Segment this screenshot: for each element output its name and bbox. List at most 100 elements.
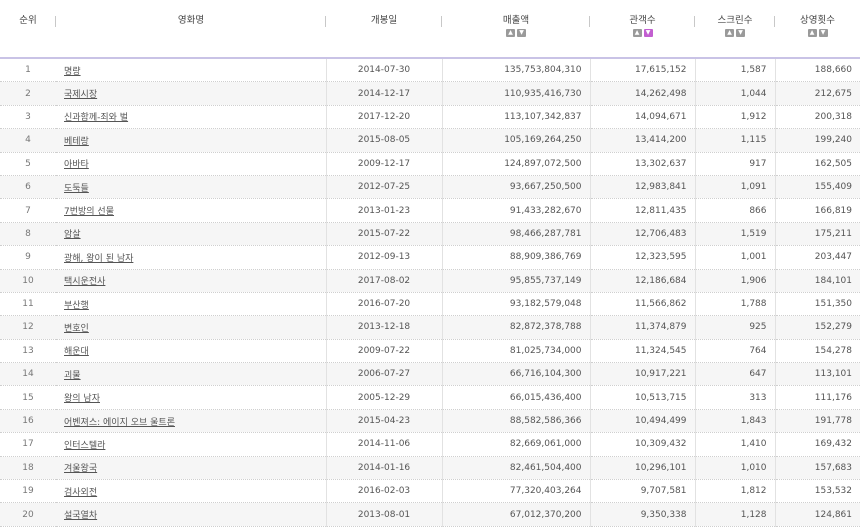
screens-cell: 647 xyxy=(695,362,776,387)
table-row: 4 베테랑 2015-08-05 105,169,264,250 13,414,… xyxy=(0,128,860,153)
sort-desc-icon[interactable]: ▼ xyxy=(517,29,526,37)
sales-cell: 88,909,386,769 xyxy=(442,245,591,270)
audience-cell: 13,302,637 xyxy=(590,152,696,176)
title-cell: 인터스텔라 xyxy=(56,432,327,457)
screens-cell: 1,091 xyxy=(695,175,776,200)
table-row: 16 어벤져스: 에이지 오브 울트론 2015-04-23 88,582,58… xyxy=(0,409,860,434)
rank-cell: 8 xyxy=(0,222,56,247)
movie-title-link[interactable]: 괴물 xyxy=(64,371,81,381)
showings-sort-controls: ▲ ▼ xyxy=(776,29,859,37)
audience-cell: 11,374,879 xyxy=(590,315,696,340)
screens-cell: 917 xyxy=(695,152,776,176)
audience-cell: 11,324,545 xyxy=(590,339,696,364)
title-cell: 해운대 xyxy=(56,339,327,364)
rank-cell: 10 xyxy=(0,269,56,293)
col-screens: 스크린수 ▲ ▼ xyxy=(695,0,775,59)
sort-asc-icon[interactable]: ▲ xyxy=(506,29,515,37)
screens-cell: 1,519 xyxy=(695,222,776,247)
screens-sort-controls: ▲ ▼ xyxy=(696,29,774,37)
rank-cell: 9 xyxy=(0,245,56,270)
release-date-cell: 2013-01-23 xyxy=(326,198,443,223)
movie-title-link[interactable]: 부산행 xyxy=(64,301,89,311)
col-title-label: 영화명 xyxy=(177,15,205,26)
col-sales-label: 매출액 xyxy=(502,15,530,26)
table-row: 12 변호인 2013-12-18 82,872,378,788 11,374,… xyxy=(0,315,860,340)
movie-title-link[interactable]: 명량 xyxy=(64,67,81,77)
movie-title-link[interactable]: 설국열차 xyxy=(64,511,97,521)
table-row: 18 겨울왕국 2014-01-16 82,461,504,400 10,296… xyxy=(0,456,860,481)
movie-title-link[interactable]: 겨울왕국 xyxy=(64,464,97,474)
col-screens-label: 스크린수 xyxy=(717,15,753,26)
movie-title-link[interactable]: 도둑들 xyxy=(64,184,89,194)
movie-title-link[interactable]: 검사외전 xyxy=(64,488,97,498)
showings-cell: 157,683 xyxy=(775,456,860,481)
showings-cell: 153,532 xyxy=(775,479,860,504)
sort-asc-icon[interactable]: ▲ xyxy=(632,29,642,37)
movie-title-link[interactable]: 변호인 xyxy=(64,324,89,334)
title-cell: 검사외전 xyxy=(56,479,327,504)
rank-cell: 17 xyxy=(0,432,56,457)
sort-asc-icon[interactable]: ▲ xyxy=(725,29,734,37)
table-row: 17 인터스텔라 2014-11-06 82,669,061,000 10,30… xyxy=(0,432,860,457)
showings-cell: 212,675 xyxy=(775,81,860,106)
sort-desc-icon[interactable]: ▼ xyxy=(643,29,653,37)
title-cell: 베테랑 xyxy=(56,128,327,153)
rank-cell: 3 xyxy=(0,105,56,130)
sales-sort-controls: ▲ ▼ xyxy=(443,29,589,37)
movie-title-link[interactable]: 왕의 남자 xyxy=(64,394,100,404)
screens-cell: 1,001 xyxy=(695,245,776,270)
title-cell: 택시운전사 xyxy=(56,269,327,293)
sort-asc-icon[interactable]: ▲ xyxy=(807,29,817,37)
audience-cell: 13,414,200 xyxy=(590,128,696,153)
sales-cell: 93,667,250,500 xyxy=(442,175,591,200)
movie-title-link[interactable]: 택시운전사 xyxy=(64,277,105,287)
sort-desc-icon[interactable]: ▼ xyxy=(818,29,828,37)
audience-cell: 10,309,432 xyxy=(590,432,696,457)
table-row: 19 검사외전 2016-02-03 77,320,403,264 9,707,… xyxy=(0,479,860,504)
sales-cell: 82,872,378,788 xyxy=(442,315,591,340)
sales-cell: 88,582,586,366 xyxy=(442,409,591,434)
rank-cell: 13 xyxy=(0,339,56,364)
table-row: 5 아바타 2009-12-17 124,897,072,500 13,302,… xyxy=(0,152,860,176)
audience-cell: 11,566,862 xyxy=(590,292,696,317)
audience-cell: 10,494,499 xyxy=(590,409,696,434)
rank-cell: 1 xyxy=(0,58,56,83)
movie-title-link[interactable]: 국제시장 xyxy=(64,90,97,100)
movie-title-link[interactable]: 암살 xyxy=(64,230,81,240)
movie-title-link[interactable]: 7번방의 선물 xyxy=(64,207,114,217)
table-row: 1 명량 2014-07-30 135,753,804,310 17,615,1… xyxy=(0,58,860,83)
screens-cell: 764 xyxy=(695,339,776,364)
movie-title-link[interactable]: 인터스텔라 xyxy=(64,441,105,451)
movie-title-link[interactable]: 베테랑 xyxy=(64,137,89,147)
release-date-cell: 2016-07-20 xyxy=(326,292,443,317)
showings-cell: 184,101 xyxy=(775,269,860,293)
showings-cell: 166,819 xyxy=(775,198,860,223)
movie-title-link[interactable]: 해운대 xyxy=(64,347,89,357)
table-row: 14 괴물 2006-07-27 66,716,104,300 10,917,2… xyxy=(0,362,860,387)
showings-cell: 113,101 xyxy=(775,362,860,387)
showings-cell: 191,778 xyxy=(775,409,860,434)
title-cell: 겨울왕국 xyxy=(56,456,327,481)
release-date-cell: 2015-04-23 xyxy=(326,409,443,434)
movie-title-link[interactable]: 광해, 왕이 된 남자 xyxy=(64,254,133,264)
showings-cell: 200,318 xyxy=(775,105,860,130)
audience-cell: 12,811,435 xyxy=(590,198,696,223)
release-date-cell: 2012-07-25 xyxy=(326,175,443,200)
table-row: 9 광해, 왕이 된 남자 2012-09-13 88,909,386,769 … xyxy=(0,245,860,270)
movie-title-link[interactable]: 신과함께-죄와 벌 xyxy=(64,113,128,123)
movie-title-link[interactable]: 아바타 xyxy=(64,160,89,170)
sales-cell: 91,433,282,670 xyxy=(442,198,591,223)
audience-cell: 14,094,671 xyxy=(590,105,696,130)
sales-cell: 66,015,436,400 xyxy=(442,385,591,410)
table-row: 15 왕의 남자 2005-12-29 66,015,436,400 10,51… xyxy=(0,385,860,410)
title-cell: 괴물 xyxy=(56,362,327,387)
screens-cell: 866 xyxy=(695,198,776,223)
audience-sort-controls: ▲ ▼ xyxy=(591,29,694,37)
movie-title-link[interactable]: 어벤져스: 에이지 오브 울트론 xyxy=(64,418,175,428)
col-sales: 매출액 ▲ ▼ xyxy=(442,0,590,59)
table-row: 7 7번방의 선물 2013-01-23 91,433,282,670 12,8… xyxy=(0,198,860,223)
sales-cell: 81,025,734,000 xyxy=(442,339,591,364)
sort-desc-icon[interactable]: ▼ xyxy=(736,29,745,37)
title-cell: 부산행 xyxy=(56,292,327,317)
screens-cell: 1,128 xyxy=(695,502,776,527)
